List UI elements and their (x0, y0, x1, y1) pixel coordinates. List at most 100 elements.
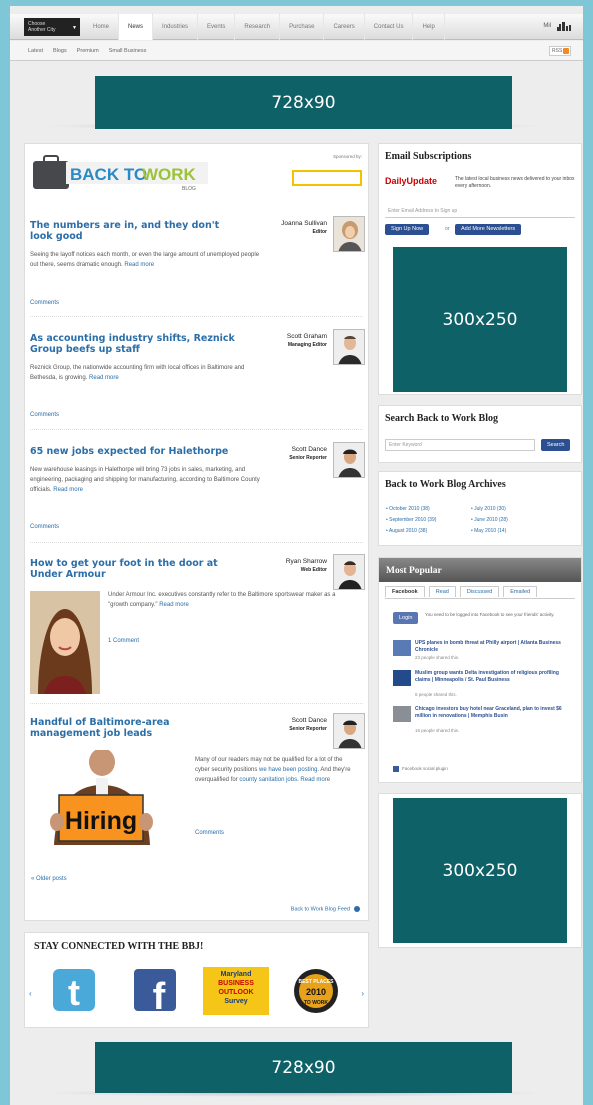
sidebar-ad-2-box: 300x250 (378, 793, 582, 948)
inline-link[interactable]: we have been posting (259, 767, 317, 773)
excerpt-text: Under Armour Inc. executives constantly … (108, 592, 336, 608)
archive-link[interactable]: • October 2010 (38) (386, 504, 436, 515)
top-navigation: Choose Another City ▼ Home News Industri… (10, 14, 583, 40)
post-author: Ryan Sharrow Web Editor (286, 558, 327, 574)
read-more-link[interactable]: Read more (159, 602, 189, 608)
sponsor-logo[interactable] (292, 170, 362, 186)
daily-update-logo: DailyUpdate (385, 176, 438, 186)
most-popular-box: Most Popular Facebook Read Discussed Ema… (378, 557, 582, 783)
subnav-small-business[interactable]: Small Business (109, 41, 147, 61)
item-title[interactable]: Chicago investors buy hotel near Gracela… (415, 706, 575, 719)
post-title[interactable]: Handful of Baltimore-area management job… (30, 717, 240, 739)
search-blog-title: Search Back to Work Blog (385, 413, 498, 424)
older-posts-link[interactable]: « Older posts (31, 876, 67, 882)
search-button[interactable]: Search (541, 439, 571, 451)
item-shares: 6 people shared this. (415, 692, 457, 697)
author-name: Joanna Sullivan (281, 220, 327, 227)
carousel-prev-icon[interactable]: ‹ (29, 989, 32, 998)
tab-emailed[interactable]: Emailed (503, 586, 538, 597)
post-excerpt: Reznick Group, the nationwide accounting… (30, 363, 260, 383)
business-outlook-logo: Maryland BUSINESS OUTLOOK Survey (203, 967, 269, 1015)
read-more-link[interactable]: Read more (89, 375, 119, 381)
facebook-icon: f (134, 969, 176, 1018)
comments-link[interactable]: 1 Comment (108, 638, 139, 644)
comments-link[interactable]: Comments (30, 300, 59, 306)
top-leaderboard-ad[interactable]: 728x90 (95, 76, 512, 129)
svg-text:OUTLOOK: OUTLOOK (219, 989, 254, 996)
sidebar-ad-1[interactable]: 300x250 (393, 247, 567, 392)
sign-up-now-button[interactable]: Sign Up Now (385, 224, 430, 235)
nav-research[interactable]: Research (235, 14, 281, 40)
nav-purchase[interactable]: Purchase (280, 14, 325, 40)
blog-post: The numbers are in, and they don't look … (30, 216, 365, 306)
city-selector-line2: Another City (28, 27, 56, 33)
item-title[interactable]: Muslim group wants Delta investigation o… (415, 670, 575, 683)
rss-button[interactable]: RSS (549, 46, 571, 56)
post-divider (30, 703, 363, 704)
chevron-down-icon: ▼ (72, 25, 77, 31)
nav-help[interactable]: Help (413, 14, 445, 40)
subnav-premium[interactable]: Premium (77, 41, 99, 61)
post-title[interactable]: 65 new jobs expected for Halethorpe (30, 446, 240, 457)
sidebar-ad-2[interactable]: 300x250 (393, 798, 567, 943)
archive-link[interactable]: • August 2010 (38) (386, 526, 436, 537)
author-role: Managing Editor (287, 342, 327, 348)
nav-industries[interactable]: Industries (153, 14, 199, 40)
subnav-blogs[interactable]: Blogs (53, 41, 67, 61)
archive-link[interactable]: • September 2010 (39) (386, 515, 436, 526)
author-role: Editor (312, 229, 327, 235)
item-title[interactable]: UPS planes in bomb threat at Philly airp… (415, 640, 575, 653)
nav-events[interactable]: Events (198, 14, 236, 40)
sub-navigation: Latest Blogs Premium Small Business RSS (10, 41, 583, 61)
read-more-link[interactable]: Read more (124, 262, 154, 268)
blog-post: As accounting industry shifts, Reznick G… (30, 329, 365, 418)
svg-text:TO WORK: TO WORK (304, 1000, 328, 1006)
read-more-link[interactable]: Read more (53, 487, 83, 493)
search-input[interactable]: Enter Keyword (385, 439, 535, 451)
read-more-link[interactable]: Read more (300, 777, 330, 783)
add-more-newsletters-button[interactable]: Add More Newsletters (455, 224, 522, 235)
subnav-latest[interactable]: Latest (28, 41, 43, 61)
nav-contact-us[interactable]: Contact Us (365, 14, 414, 40)
facebook-tile[interactable]: f (122, 967, 188, 1018)
twitter-tile[interactable]: t (40, 967, 106, 1015)
archive-link[interactable]: • July 2010 (30) (471, 504, 508, 515)
svg-text:BEST PLACES: BEST PLACES (298, 979, 334, 985)
tab-facebook[interactable]: Facebook (385, 586, 425, 597)
city-selector[interactable]: Choose Another City ▼ (24, 18, 80, 36)
svg-text:Survey: Survey (224, 998, 247, 1005)
post-title[interactable]: How to get your foot in the door at Unde… (30, 558, 240, 580)
nav-news[interactable]: News (119, 14, 154, 40)
facebook-login-button[interactable]: Login (393, 612, 419, 624)
blog-feed-label: Back to Work Blog Feed (290, 906, 350, 913)
bottom-leaderboard-ad[interactable]: 728x90 (95, 1042, 512, 1093)
post-title[interactable]: As accounting industry shifts, Reznick G… (30, 333, 240, 355)
nav-right-label[interactable]: Mil (543, 23, 551, 29)
svg-text:t: t (68, 972, 80, 1013)
tab-read[interactable]: Read (428, 586, 456, 597)
daily-update-description: The latest local business news delivered… (455, 176, 575, 189)
blog-feed-link[interactable]: Back to Work Blog Feed (291, 906, 360, 912)
archive-link[interactable]: • May 2010 (14) (471, 526, 508, 537)
business-outlook-tile[interactable]: Maryland BUSINESS OUTLOOK Survey (203, 967, 269, 1015)
tab-discussed[interactable]: Discussed (459, 586, 500, 597)
post-title[interactable]: The numbers are in, and they don't look … (30, 220, 240, 242)
post-excerpt: Seeing the layoff notices each month, or… (30, 250, 260, 270)
city-skyline-icon (557, 22, 573, 31)
comments-link[interactable]: Comments (30, 524, 59, 530)
author-role: Web Editor (300, 567, 327, 573)
nav-home[interactable]: Home (84, 14, 120, 40)
best-places-tile[interactable]: BEST PLACES 2010 TO WORK (283, 967, 349, 1015)
comments-link[interactable]: Comments (195, 830, 224, 836)
hiring-sign-text: Hiring (65, 807, 137, 835)
nav-careers[interactable]: Careers (324, 14, 365, 40)
archive-link[interactable]: • June 2010 (28) (471, 515, 508, 526)
inline-link[interactable]: county sanitation jobs (239, 777, 297, 783)
comments-link[interactable]: Comments (30, 412, 59, 418)
email-input[interactable]: Enter Email Address to Sign up (385, 206, 575, 218)
post-divider (30, 429, 363, 430)
carousel-next-icon[interactable]: › (361, 989, 364, 998)
hiring-sign-image: Hiring (32, 750, 172, 845)
most-popular-title: Most Popular (379, 558, 581, 582)
archives-column-1: • October 2010 (38) • September 2010 (39… (386, 504, 436, 537)
